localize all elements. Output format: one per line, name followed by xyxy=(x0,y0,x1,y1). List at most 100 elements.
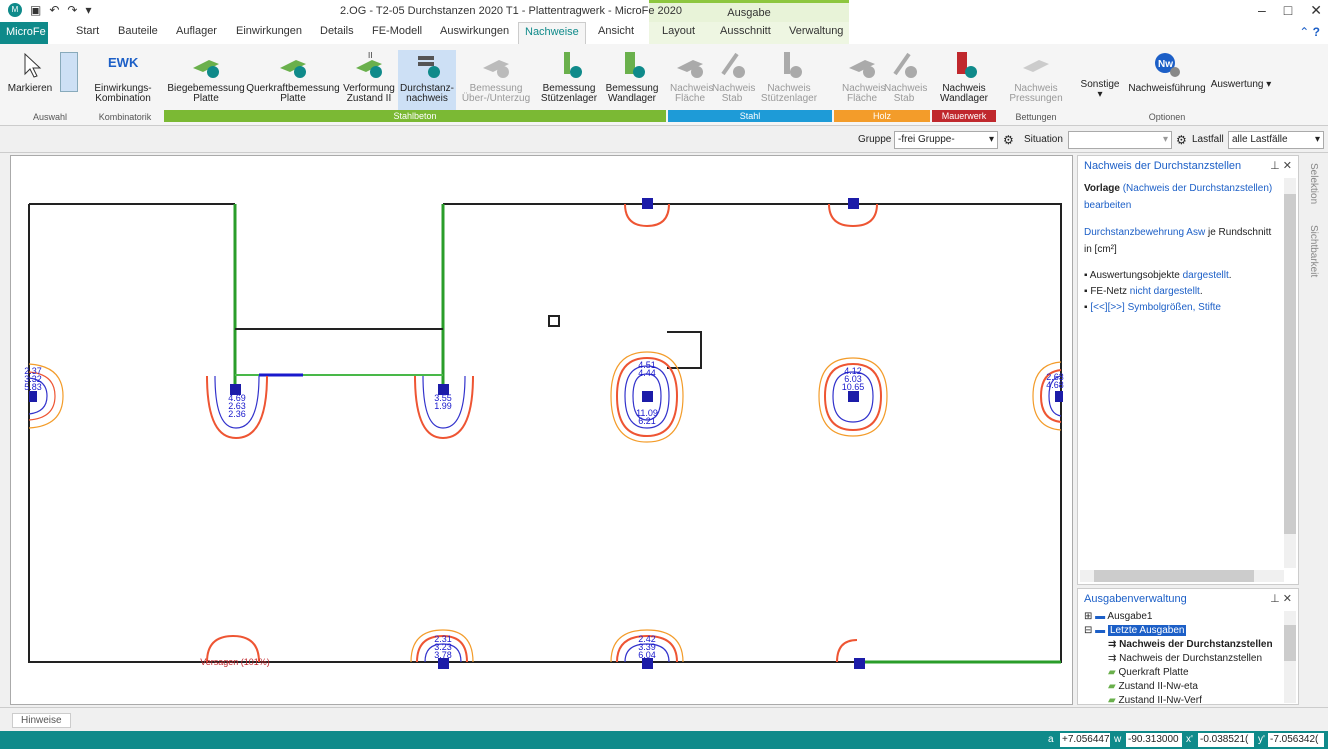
tab-einwirkungen[interactable]: Einwirkungen xyxy=(236,25,302,37)
ausgaben-pin-close[interactable]: ⊥ ✕ xyxy=(1270,592,1292,605)
tab-hinweise[interactable]: Hinweise xyxy=(12,713,71,728)
tab-verwaltung[interactable]: Verwaltung xyxy=(789,25,843,37)
tab-fe-modell[interactable]: FE-Modell xyxy=(372,25,422,37)
nicht-dargestellt-link[interactable]: nicht dargestellt xyxy=(1130,286,1200,297)
unit-text: in [cm²] xyxy=(1084,244,1117,255)
situation-dropdown[interactable]: ▾ xyxy=(1068,131,1172,149)
durchstanznachweis-button[interactable]: Durchstanz- nachweis xyxy=(398,50,456,110)
asw-link[interactable]: Durchstanzbewehrung Asw xyxy=(1084,227,1205,238)
ewk-icon: EWK xyxy=(108,55,139,70)
toolbar-spacer xyxy=(4,131,840,149)
status-w-label: w xyxy=(1114,734,1122,745)
ribbon: Markieren Auswahl EWK Einwirkungs- Kombi… xyxy=(0,44,1328,126)
filter-toolbar: Gruppe -frei Gruppe- ▾ ⚙ Situation ▾ ⚙ La… xyxy=(0,127,1328,153)
tree-item-output[interactable]: ⇉ Nachweis der Durchstanzstellen xyxy=(1108,639,1273,650)
model-canvas[interactable]: 2.37 3.32 5.83 4.69 2.63 2.36 3.55 1.99 … xyxy=(10,155,1073,705)
tab-bauteile[interactable]: Bauteile xyxy=(118,25,158,37)
hinweise-bar: Hinweise xyxy=(0,707,1328,731)
close-icon[interactable]: ✕ xyxy=(1310,2,1322,19)
customize-qat-icon[interactable]: ▾ xyxy=(85,3,91,17)
bemessung-unterzug-button[interactable]: Bemessung Über-/Unterzug xyxy=(456,50,536,104)
gruppe-settings-icon[interactable]: ⚙ xyxy=(1003,133,1014,147)
nachweis-pressungen-button[interactable]: Nachweis Pressungen xyxy=(1004,50,1068,104)
holz-nachweis-flaeche-button[interactable]: Nachweis Fläche xyxy=(842,50,885,104)
status-w-value: -90.313000 xyxy=(1126,733,1182,747)
undo-icon[interactable]: ↶ xyxy=(49,3,59,17)
quick-access-toolbar: M ▣ ↶ ↷ ▾ xyxy=(8,3,92,17)
redo-icon[interactable]: ↷ xyxy=(67,3,77,17)
asw-text: je Rundschnitt xyxy=(1207,227,1272,238)
panel-pin-close[interactable]: ⊥ ✕ xyxy=(1270,159,1292,172)
save-icon[interactable]: ▣ xyxy=(30,3,41,17)
zustand-ii-mark: II xyxy=(368,51,372,60)
stahl-nachweis-stab-button[interactable]: Nachweis Stab xyxy=(712,50,755,104)
sonstige-button[interactable]: Sonstige ▾ xyxy=(1078,80,1122,100)
group-mauerwerk: Mauerwerk xyxy=(932,110,996,122)
tree-item-output[interactable]: ⇉ Nachweis der Durchstanzstellen xyxy=(1108,653,1262,664)
tab-ansicht[interactable]: Ansicht xyxy=(598,25,634,37)
ausgaben-title: Ausgabenverwaltung xyxy=(1084,593,1187,605)
group-holz: Holz xyxy=(834,110,930,122)
lastfall-label: Lastfall xyxy=(1192,134,1224,145)
nachweis-wandlager-button[interactable]: Nachweis Wandlager xyxy=(934,50,994,104)
tab-auflager[interactable]: Auflager xyxy=(176,25,217,37)
tree-item-output[interactable]: ▰ Zustand II-Nw-eta xyxy=(1108,681,1198,692)
markieren-button[interactable]: Markieren xyxy=(4,50,56,94)
situation-settings-icon[interactable]: ⚙ xyxy=(1176,133,1187,147)
vorlage-link[interactable]: (Nachweis der Durchstanzstellen) xyxy=(1123,183,1273,194)
bearbeiten-link[interactable]: bearbeiten xyxy=(1084,200,1131,211)
tab-details[interactable]: Details xyxy=(320,25,354,37)
tab-layout[interactable]: Layout xyxy=(662,25,695,37)
select-small-icons[interactable] xyxy=(60,52,78,92)
maximize-icon[interactable]: □ xyxy=(1284,2,1292,19)
panel-hscrollbar[interactable] xyxy=(1080,570,1284,582)
plot-label: 6.04 xyxy=(638,650,656,660)
dargestellt-link[interactable]: dargestellt xyxy=(1183,270,1229,281)
plot-label: 2.36 xyxy=(228,409,246,419)
plate-green-icon: II xyxy=(354,50,384,80)
plate-grey-icon xyxy=(1021,50,1051,80)
situation-label: Situation xyxy=(1024,134,1063,145)
lastfall-dropdown[interactable]: alle Lastfälle ▾ xyxy=(1228,131,1324,149)
tree-item-output[interactable]: ▰ Querkraft Platte xyxy=(1108,667,1189,678)
bemessung-wandlager-button[interactable]: Bemessung Wandlager xyxy=(602,50,662,104)
einwirkungs-kombination-button[interactable]: EWK Einwirkungs- Kombination xyxy=(88,50,158,104)
symbolgroessen-link[interactable]: [<<][>>] Symbolgrößen, Stifte xyxy=(1090,302,1221,313)
tree-item-letzte-ausgaben[interactable]: ⊟ ▬ Letzte Ausgaben xyxy=(1084,625,1187,636)
biegebemessung-button[interactable]: Biegebemessung Platte xyxy=(166,50,246,104)
stahl-nachweis-flaeche-button[interactable]: Nachweis Fläche xyxy=(670,50,713,104)
minimize-icon[interactable]: – xyxy=(1258,2,1266,19)
tab-ausschnitt[interactable]: Ausschnitt xyxy=(720,25,771,37)
holz-nachweis-stab-button[interactable]: Nachweis Stab xyxy=(884,50,927,104)
tab-sichtbarkeit[interactable]: Sichtbarkeit xyxy=(1308,225,1319,277)
group-stahlbeton: Stahlbeton xyxy=(164,110,666,122)
beam-grey-icon xyxy=(481,50,511,80)
verformung-zustand-button[interactable]: II Verformung Zustand II xyxy=(340,50,398,104)
querkraftbemessung-button[interactable]: Querkraftbemessung Platte xyxy=(246,50,340,104)
plate-graphic: 2.37 3.32 5.83 4.69 2.63 2.36 3.55 1.99 … xyxy=(24,198,1064,669)
group-label-auswahl: Auswahl xyxy=(32,112,68,122)
tab-auswirkungen[interactable]: Auswirkungen xyxy=(440,25,509,37)
tree-item-ausgabe1[interactable]: ⊞ ▬ Ausgabe1 xyxy=(1084,611,1152,622)
ausgaben-vscrollbar[interactable] xyxy=(1284,611,1296,703)
tab-selektion[interactable]: Selektion xyxy=(1308,163,1319,204)
group-label-kombinatorik: Kombinatorik xyxy=(98,112,152,122)
gruppe-dropdown[interactable]: -frei Gruppe- ▾ xyxy=(894,131,998,149)
tab-start[interactable]: Start xyxy=(76,25,99,37)
ausgabenverwaltung-panel: Ausgabenverwaltung ⊥ ✕ ⊞ ▬ Ausgabe1 ⊟ ▬ … xyxy=(1077,588,1299,705)
stahl-nachweis-stuetzenlager-button[interactable]: Nachweis Stützenlager xyxy=(756,50,822,104)
ribbon-collapse-help[interactable]: ⌃ ? xyxy=(1299,25,1320,39)
tab-nachweise[interactable]: Nachweise xyxy=(518,22,586,44)
auswertung-button[interactable]: Auswertung ▾ xyxy=(1210,80,1272,90)
failure-label: Versagen (101%) xyxy=(200,657,270,667)
bullet-fe-netz: ▪ FE-Netz nicht dargestellt. xyxy=(1084,286,1203,297)
tab-microfe[interactable]: MicroFe xyxy=(0,22,48,44)
bemessung-stuetzenlager-button[interactable]: Bemessung Stützenlager xyxy=(536,50,602,104)
nachweisfuehrung-button[interactable]: Nw Nachweisführung xyxy=(1124,50,1210,94)
plot-label: 6.21 xyxy=(638,416,656,426)
tree-item-output[interactable]: ▰ Zustand II-Nw-Verf xyxy=(1108,695,1202,703)
app-icon[interactable]: M xyxy=(8,3,22,17)
status-x-label: x' xyxy=(1186,734,1193,745)
panel-vscrollbar[interactable] xyxy=(1284,178,1296,568)
group-stahl: Stahl xyxy=(668,110,832,122)
